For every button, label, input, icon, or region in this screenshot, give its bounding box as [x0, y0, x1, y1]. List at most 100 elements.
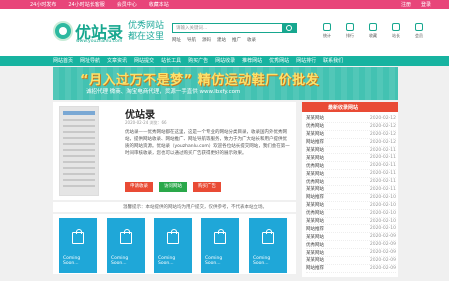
list-item-date: 2020-02-11 — [369, 186, 396, 192]
list-item-title[interactable]: 某某网站 — [306, 186, 352, 192]
card-label: Coming Soon... — [205, 256, 223, 266]
list-item[interactable]: 某某网站 2020-02-10 — [306, 202, 396, 210]
list-item[interactable]: 某某网站 2020-02-10 — [306, 218, 396, 226]
list-item[interactable]: 某某网站 2020-02-09 — [306, 257, 396, 265]
list-item-date: 2020-02-09 — [369, 257, 396, 263]
notice-bar: 温馨提示：本站提供的网站均为用户提交，仅供参考，不代表本站立场。 — [53, 202, 296, 212]
card-label: Coming Soon... — [111, 256, 129, 266]
quick-label: 排行 — [346, 33, 354, 38]
thumb-line — [63, 167, 95, 169]
search-button[interactable] — [282, 24, 296, 32]
buy-ad-button[interactable]: 购买广告 — [193, 182, 221, 192]
nav-item[interactable]: 购买广告 — [188, 56, 208, 66]
slogan: 优秀网站 都在这里 — [128, 21, 165, 42]
shopping-bag-icon — [214, 229, 226, 244]
list-item-title[interactable]: 优秀网站 — [306, 163, 352, 169]
nav-item[interactable]: 网址导航 — [80, 56, 100, 66]
card-item[interactable]: Coming Soon... — [201, 218, 239, 273]
register-link[interactable]: 注册 — [401, 1, 411, 8]
search-box[interactable]: 请输入关键词... — [172, 23, 297, 33]
hot-word[interactable]: 收录 — [247, 37, 256, 43]
card-item[interactable]: Coming Soon... — [249, 218, 287, 273]
list-item[interactable]: 优秀网站 2020-02-11 — [306, 178, 396, 187]
list-item-title[interactable]: 某某网站 — [306, 234, 352, 240]
logo-icon[interactable] — [53, 21, 73, 41]
login-link[interactable]: 登录 — [421, 1, 431, 8]
site-thumbnail[interactable] — [59, 106, 99, 196]
card-item[interactable]: Coming Soon... — [154, 218, 192, 273]
list-item-date: 2020-02-09 — [369, 265, 396, 271]
list-item-title[interactable]: 优秀网站 — [306, 242, 352, 248]
nav-item[interactable]: 推荐网站 — [242, 56, 262, 66]
hot-word[interactable]: 推广 — [232, 37, 241, 43]
list-item-title[interactable]: 网站推荐 — [306, 265, 352, 271]
quick-webmaster[interactable]: 站长 — [389, 23, 403, 39]
list-item-title[interactable]: 优秀网站 — [306, 179, 352, 185]
list-item-date: 2020-02-10 — [369, 202, 396, 208]
list-item-title[interactable]: 某某网站 — [306, 250, 352, 256]
list-item-title[interactable]: 网站推荐 — [306, 139, 352, 145]
list-item-title[interactable]: 某某网站 — [306, 155, 352, 161]
list-item[interactable]: 网站推荐 2020-02-10 — [306, 225, 396, 234]
list-item-title[interactable]: 某某网站 — [306, 218, 352, 224]
list-item-title[interactable]: 某某网站 — [306, 171, 352, 177]
apply-button[interactable]: 申请收录 — [125, 182, 153, 192]
list-item-date: 2020-02-12 — [369, 139, 396, 145]
list-item[interactable]: 某某网站 2020-02-12 — [306, 115, 396, 123]
list-item[interactable]: 优秀网站 2020-02-09 — [306, 241, 396, 250]
list-item[interactable]: 某某网站 2020-02-09 — [306, 249, 396, 258]
thumb-line — [63, 125, 95, 127]
nav-item[interactable]: 联系我们 — [323, 56, 343, 66]
top-link[interactable]: 24小时站长客服 — [68, 1, 104, 8]
nav-item[interactable]: 网站收录 — [215, 56, 235, 66]
nav-item[interactable]: 优秀网站 — [269, 56, 289, 66]
quick-member[interactable]: 会员 — [412, 23, 426, 39]
quick-favorite[interactable]: 收藏 — [366, 23, 380, 39]
nav-item[interactable]: 网站首页 — [53, 56, 73, 66]
list-item-title[interactable]: 某某网站 — [306, 147, 352, 153]
list-item-title[interactable]: 优秀网站 — [306, 123, 352, 129]
top-link[interactable]: 会员中心 — [117, 1, 137, 8]
quick-rank[interactable]: 排行 — [343, 23, 357, 39]
hot-word[interactable]: 源码 — [202, 37, 211, 43]
ad-banner[interactable]: “月入过万不是梦” 精仿运动鞋厂价批发 诚招代理 微商、淘宝电商代理，货源一手直… — [53, 67, 398, 100]
top-link[interactable]: 收藏本站 — [149, 1, 169, 8]
nav-item[interactable]: 站长工具 — [161, 56, 181, 66]
list-item[interactable]: 网站推荐 2020-02-10 — [306, 194, 396, 202]
list-item-date: 2020-02-12 — [369, 123, 396, 129]
list-item[interactable]: 某某网站 2020-02-12 — [306, 131, 396, 139]
thumb-line — [63, 155, 95, 157]
list-item[interactable]: 优秀网站 2020-02-11 — [306, 162, 396, 171]
hot-word[interactable]: 建站 — [217, 37, 226, 43]
list-item[interactable]: 网站推荐 2020-02-12 — [306, 139, 396, 147]
list-item[interactable]: 某某网站 2020-02-09 — [306, 233, 396, 242]
nav-item[interactable]: 网站提交 — [134, 56, 154, 66]
list-item-title[interactable]: 某某网站 — [306, 131, 352, 137]
list-item-title[interactable]: 某某网站 — [306, 202, 352, 208]
list-item-date: 2020-02-09 — [369, 242, 396, 248]
nav-item[interactable]: 文章资讯 — [107, 56, 127, 66]
card-item[interactable]: Coming Soon... — [107, 218, 145, 273]
list-item[interactable]: 优秀网站 2020-02-12 — [306, 123, 396, 131]
thumb-line — [63, 185, 95, 187]
search-input[interactable]: 请输入关键词... — [176, 25, 207, 31]
sidebar-header: 最新收录网站 — [302, 102, 398, 112]
list-item[interactable]: 某某网站 2020-02-11 — [306, 154, 396, 163]
nav-item[interactable]: 网站排行 — [296, 56, 316, 66]
list-item[interactable]: 网站推荐 2020-02-09 — [306, 265, 396, 273]
hot-word[interactable]: 导航 — [187, 37, 196, 43]
list-item[interactable]: 某某网站 2020-02-11 — [306, 147, 396, 155]
list-item[interactable]: 某某网站 2020-02-11 — [306, 170, 396, 179]
list-item-title[interactable]: 某某网站 — [306, 115, 352, 121]
hot-word[interactable]: 网址 — [172, 37, 181, 43]
list-item[interactable]: 优秀网站 2020-02-10 — [306, 210, 396, 218]
list-item-title[interactable]: 网站推荐 — [306, 194, 352, 200]
list-item-title[interactable]: 网站推荐 — [306, 226, 352, 232]
quick-stats[interactable]: 统计 — [320, 23, 334, 39]
list-item[interactable]: 某某网站 2020-02-11 — [306, 186, 396, 194]
list-item-title[interactable]: 某某网站 — [306, 257, 352, 263]
visit-button[interactable]: 访问网站 — [159, 182, 187, 192]
top-link[interactable]: 24小时发布 — [30, 1, 56, 8]
card-item[interactable]: Coming Soon... — [59, 218, 97, 273]
list-item-title[interactable]: 优秀网站 — [306, 210, 352, 216]
